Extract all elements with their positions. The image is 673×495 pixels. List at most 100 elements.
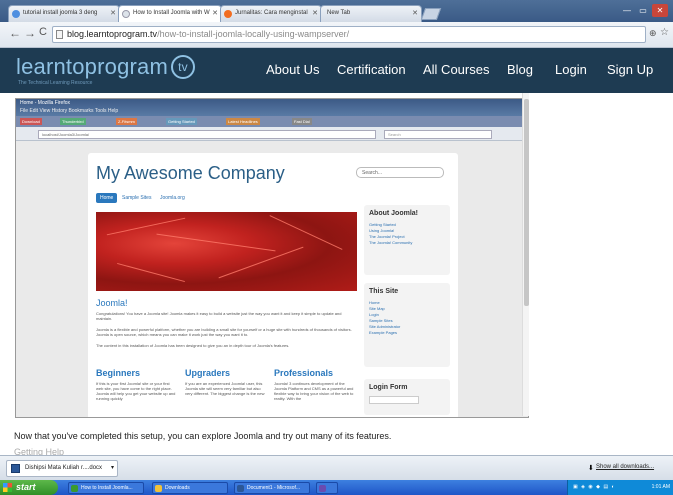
start-label: start	[16, 482, 36, 492]
beginners-column: Beginners If this is your first Joomla! …	[96, 368, 178, 401]
column-text: Joomla! 3 continues development of the J…	[274, 381, 354, 401]
close-tab-icon[interactable]: ✕	[312, 9, 318, 17]
bookmark-item: Latest Headlines	[226, 118, 260, 125]
joomla-nav-joomla-org: Joomla.org	[160, 195, 185, 201]
browser-tab-strip: tutorial install joomla 3 deng ✕ How to …	[0, 0, 673, 22]
joomla-nav-sample-sites: Sample Sites	[122, 195, 152, 201]
page-icon	[122, 10, 130, 18]
tab-label: tutorial install joomla 3 deng	[23, 10, 98, 16]
word-doc-icon	[11, 464, 20, 473]
bookmark-star-icon[interactable]: ☆	[660, 27, 669, 38]
close-tab-icon[interactable]: ✕	[412, 9, 418, 17]
forward-arrow-icon[interactable]: →	[24, 26, 36, 40]
logo-badge: tv	[171, 55, 195, 79]
joomla-search: Search...	[356, 167, 444, 178]
bookmark-item: Thunderbird	[60, 118, 86, 125]
nav-all-courses[interactable]: All Courses	[423, 62, 489, 77]
firefox-url: localhost/Joomla3/Joomla/	[38, 130, 376, 139]
page-icon	[56, 30, 63, 39]
dropdown-arrow-icon[interactable]: ▾	[111, 461, 114, 476]
show-all-downloads-link[interactable]: Show all downloads...	[596, 464, 654, 470]
site-logo[interactable]: learntoprogram tv	[16, 54, 195, 80]
nav-certification[interactable]: Certification	[337, 62, 406, 77]
nav-about-us[interactable]: About Us	[266, 62, 319, 77]
joomla-nav-home: Home	[96, 193, 118, 203]
column-title: Upgraders	[185, 368, 231, 378]
login-form-box: Login Form	[364, 379, 450, 415]
tray-icons: ▣ ◈ ◉ ◆ ▤ ◐	[573, 484, 616, 490]
this-site-title: This Site	[369, 288, 399, 295]
tab-label: How to Install Joomla with W	[133, 10, 210, 16]
article-content: Home - Mozilla Firefox File Edit View Hi…	[0, 93, 673, 457]
article-caption: Now that you've completed this setup, yo…	[14, 431, 392, 441]
maximize-icon[interactable]: ▭	[636, 4, 650, 17]
taskbar-item[interactable]: How to Install Joomla...	[68, 482, 144, 494]
page-scrollbar[interactable]	[522, 93, 529, 416]
tab-label: Jurnalitas: Cara menginstal	[235, 10, 308, 16]
download-filename: Dishipsi Mata Kuliah r....docx	[25, 465, 103, 471]
reload-icon[interactable]: C	[39, 26, 47, 38]
firefox-menu: File Edit View History Bookmarks Tools H…	[20, 108, 119, 114]
bookmark-item: Fast Dial	[292, 118, 312, 125]
site-header: learntoprogram tv The Technical Learning …	[0, 48, 673, 93]
folder-icon	[155, 485, 162, 492]
new-tab-button[interactable]	[420, 8, 442, 20]
app-icon	[319, 485, 326, 492]
joomla-heading: Joomla!	[96, 298, 128, 308]
article-screenshot: Home - Mozilla Firefox File Edit View Hi…	[15, 98, 529, 418]
tab-3[interactable]: Jurnalitas: Cara menginstal ✕	[220, 5, 322, 22]
taskbar-label: How to Install Joomla...	[81, 485, 133, 491]
firefox-search: Search	[384, 130, 492, 139]
joomla-paragraph: Congratulations! You have a Joomla site!…	[96, 311, 342, 321]
login-form-title: Login Form	[369, 384, 408, 391]
download-bar: Dishipsi Mata Kuliah r....docx ▾ ⬇ Show …	[0, 455, 673, 480]
close-window-icon[interactable]: ✕	[652, 4, 668, 17]
logo-text: learntoprogram	[16, 54, 168, 79]
download-icon: ⬇	[588, 465, 594, 472]
login-username-field	[369, 396, 419, 404]
bookmarks-strip	[16, 116, 528, 127]
word-icon	[237, 485, 244, 492]
about-title: About Joomla!	[369, 210, 418, 217]
column-title: Professionals	[274, 368, 334, 378]
joomla-paragraph: Joomla is a flexible and powerful platfo…	[96, 327, 352, 337]
site-link: Example Pages	[369, 330, 398, 335]
site-tagline: The Technical Learning Resource	[18, 80, 93, 86]
scrollbar-thumb[interactable]	[524, 99, 529, 306]
taskbar-label: Document1 - Microsof...	[247, 485, 301, 491]
taskbar-item[interactable]: Document1 - Microsof...	[234, 482, 310, 494]
column-title: Beginners	[96, 368, 141, 378]
taskbar-item[interactable]: Downloads	[152, 482, 228, 494]
bookmark-item: Download	[20, 118, 42, 125]
clock[interactable]: 1:01 AM	[652, 480, 670, 495]
back-arrow-icon[interactable]: ←	[9, 26, 21, 40]
download-item[interactable]: Dishipsi Mata Kuliah r....docx ▾	[6, 460, 118, 477]
joomla-site-title: My Awesome Company	[96, 163, 285, 183]
firefox-address-bar: localhost/Joomla3/Joomla/ Search	[16, 127, 528, 141]
hero-image	[96, 212, 357, 291]
nav-sign-up[interactable]: Sign Up	[607, 62, 653, 77]
url-field[interactable]: blog.learntoprogram.tv/how-to-install-jo…	[52, 26, 646, 43]
joomla-paragraph: The content in this installation of Joom…	[96, 343, 290, 348]
start-button[interactable]: start	[0, 480, 58, 495]
zoom-icon[interactable]: ⊕	[649, 28, 657, 39]
minimize-icon[interactable]: —	[620, 4, 634, 17]
google-icon	[12, 10, 20, 18]
close-tab-icon[interactable]: ✕	[212, 9, 218, 17]
system-tray: ▣ ◈ ◉ ◆ ▤ ◐ 1:01 AM	[567, 480, 673, 495]
nav-login[interactable]: Login	[555, 62, 587, 77]
column-text: If you are an experienced Joomla! user, …	[185, 381, 265, 396]
joomla-card: My Awesome Company Search... Home Sample…	[88, 153, 458, 417]
tab-1[interactable]: tutorial install joomla 3 deng ✕	[8, 5, 120, 22]
tab-4[interactable]: New Tab ✕	[320, 5, 422, 22]
address-toolbar: ← → C blog.learntoprogram.tv/how-to-inst…	[0, 22, 673, 48]
chrome-icon	[71, 485, 78, 492]
upgraders-column: Upgraders If you are an experienced Joom…	[185, 368, 267, 396]
blogger-icon	[224, 10, 232, 18]
close-tab-icon[interactable]: ✕	[110, 9, 116, 17]
taskbar-item[interactable]	[316, 482, 338, 494]
nav-blog[interactable]: Blog	[507, 62, 533, 77]
window-title: Home - Mozilla Firefox	[20, 100, 71, 106]
tab-2[interactable]: How to Install Joomla with W ✕	[118, 5, 222, 22]
about-link: The Joomla! Community	[369, 240, 413, 245]
